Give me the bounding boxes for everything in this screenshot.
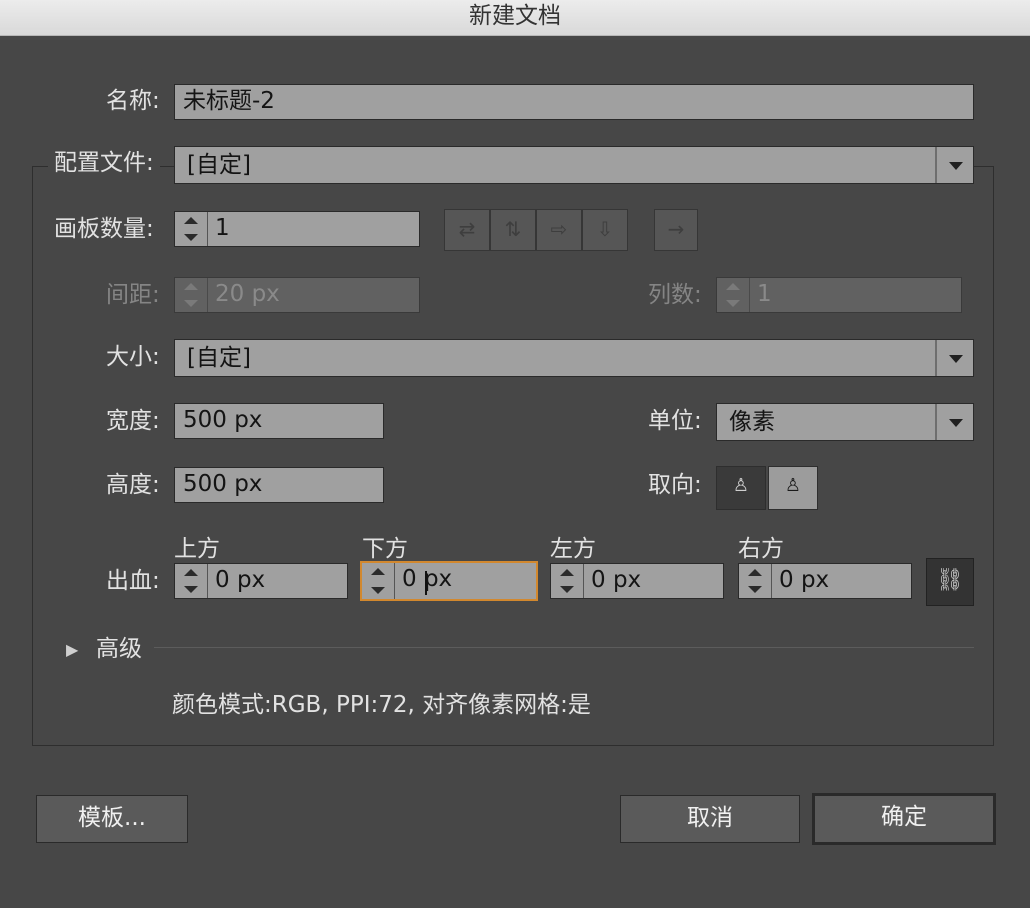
height-field[interactable]: 500 px	[174, 467, 384, 503]
bleed-left-label: 左方	[550, 536, 596, 562]
stepper-arrows-icon[interactable]	[739, 564, 772, 598]
profile-group-box	[32, 166, 994, 746]
bleed-right-stepper[interactable]: 0 px	[738, 563, 912, 599]
artboards-label: 画板数量:	[54, 216, 154, 242]
width-field[interactable]: 500 px	[174, 403, 384, 439]
chevron-down-icon	[935, 147, 973, 183]
bleed-right-label: 右方	[738, 536, 784, 562]
bleed-left-value: 0 px	[591, 567, 642, 593]
portrait-person-icon: ♙	[732, 475, 750, 496]
columns-stepper[interactable]: 1	[716, 277, 962, 313]
arrange-by-column-icon: ⇩	[596, 217, 614, 241]
right-to-left-button[interactable]: →	[654, 209, 698, 251]
size-label: 大小:	[106, 344, 160, 370]
chevron-down-icon	[935, 340, 973, 376]
size-dropdown[interactable]: [自定]	[174, 339, 974, 377]
landscape-button[interactable]: ♙	[768, 466, 818, 510]
bleed-bottom-stepper[interactable]: 0 px	[360, 561, 538, 601]
stepper-arrows-icon[interactable]	[175, 564, 208, 598]
stepper-arrows-icon[interactable]	[551, 564, 584, 598]
right-to-left-arrow-icon: →	[667, 217, 685, 241]
advanced-toggle[interactable]: 高级	[96, 634, 142, 664]
portrait-button[interactable]: ♙	[716, 466, 766, 510]
spacing-stepper[interactable]: 20 px	[174, 277, 420, 313]
units-value: 像素	[729, 409, 775, 435]
bleed-bottom-label: 下方	[362, 536, 408, 562]
text-caret	[425, 571, 427, 595]
stepper-arrows-icon[interactable]	[362, 563, 395, 599]
bleed-left-stepper[interactable]: 0 px	[550, 563, 724, 599]
bleed-label: 出血:	[106, 568, 160, 594]
profile-value: [自定]	[187, 152, 251, 178]
name-label: 名称:	[106, 88, 160, 114]
units-dropdown[interactable]: 像素	[716, 403, 974, 441]
orientation-label: 取向:	[648, 472, 702, 498]
columns-label: 列数:	[648, 282, 702, 308]
artboards-value: 1	[215, 215, 230, 241]
advanced-divider	[154, 647, 974, 648]
grid-by-column-icon: ⇅	[504, 217, 522, 241]
bleed-top-value: 0 px	[215, 567, 266, 593]
document-name-field[interactable]: 未标题-2	[174, 84, 974, 120]
templates-button[interactable]: 模板...	[36, 795, 188, 843]
profile-dropdown[interactable]: [自定]	[174, 146, 974, 184]
units-label: 单位:	[648, 408, 702, 434]
stepper-arrows-icon[interactable]	[175, 212, 208, 246]
cancel-button[interactable]: 取消	[620, 795, 800, 843]
profile-label: 配置文件:	[48, 148, 160, 178]
chevron-down-icon	[935, 404, 973, 440]
window-title: 新建文档	[0, 0, 1030, 36]
spacing-value: 20 px	[215, 281, 280, 307]
arrange-by-row-button[interactable]: ⇨	[536, 209, 582, 251]
arrange-by-row-icon: ⇨	[550, 217, 568, 241]
chain-link-icon: ⛓	[936, 568, 964, 593]
disclosure-triangle-icon[interactable]: ▶	[66, 638, 78, 662]
arrange-by-column-button[interactable]: ⇩	[582, 209, 628, 251]
stepper-arrows-icon[interactable]	[175, 278, 208, 312]
height-label: 高度:	[106, 472, 160, 498]
bleed-bottom-value: 0 px	[402, 566, 453, 592]
grid-by-row-icon: ⇄	[458, 217, 476, 241]
bleed-top-label: 上方	[174, 536, 220, 562]
link-bleed-button[interactable]: ⛓	[926, 558, 974, 606]
stepper-arrows-icon[interactable]	[717, 278, 750, 312]
bleed-right-value: 0 px	[779, 567, 830, 593]
grid-by-row-button[interactable]: ⇄	[444, 209, 490, 251]
size-value: [自定]	[187, 345, 251, 371]
spacing-label: 间距:	[106, 282, 160, 308]
landscape-person-icon: ♙	[784, 475, 802, 496]
width-label: 宽度:	[106, 408, 160, 434]
bleed-top-stepper[interactable]: 0 px	[174, 563, 348, 599]
columns-value: 1	[757, 281, 772, 307]
ok-button[interactable]: 确定	[812, 793, 996, 845]
document-summary: 颜色模式:RGB, PPI:72, 对齐像素网格:是	[172, 692, 591, 718]
artboards-stepper[interactable]: 1	[174, 211, 420, 247]
grid-by-column-button[interactable]: ⇅	[490, 209, 536, 251]
